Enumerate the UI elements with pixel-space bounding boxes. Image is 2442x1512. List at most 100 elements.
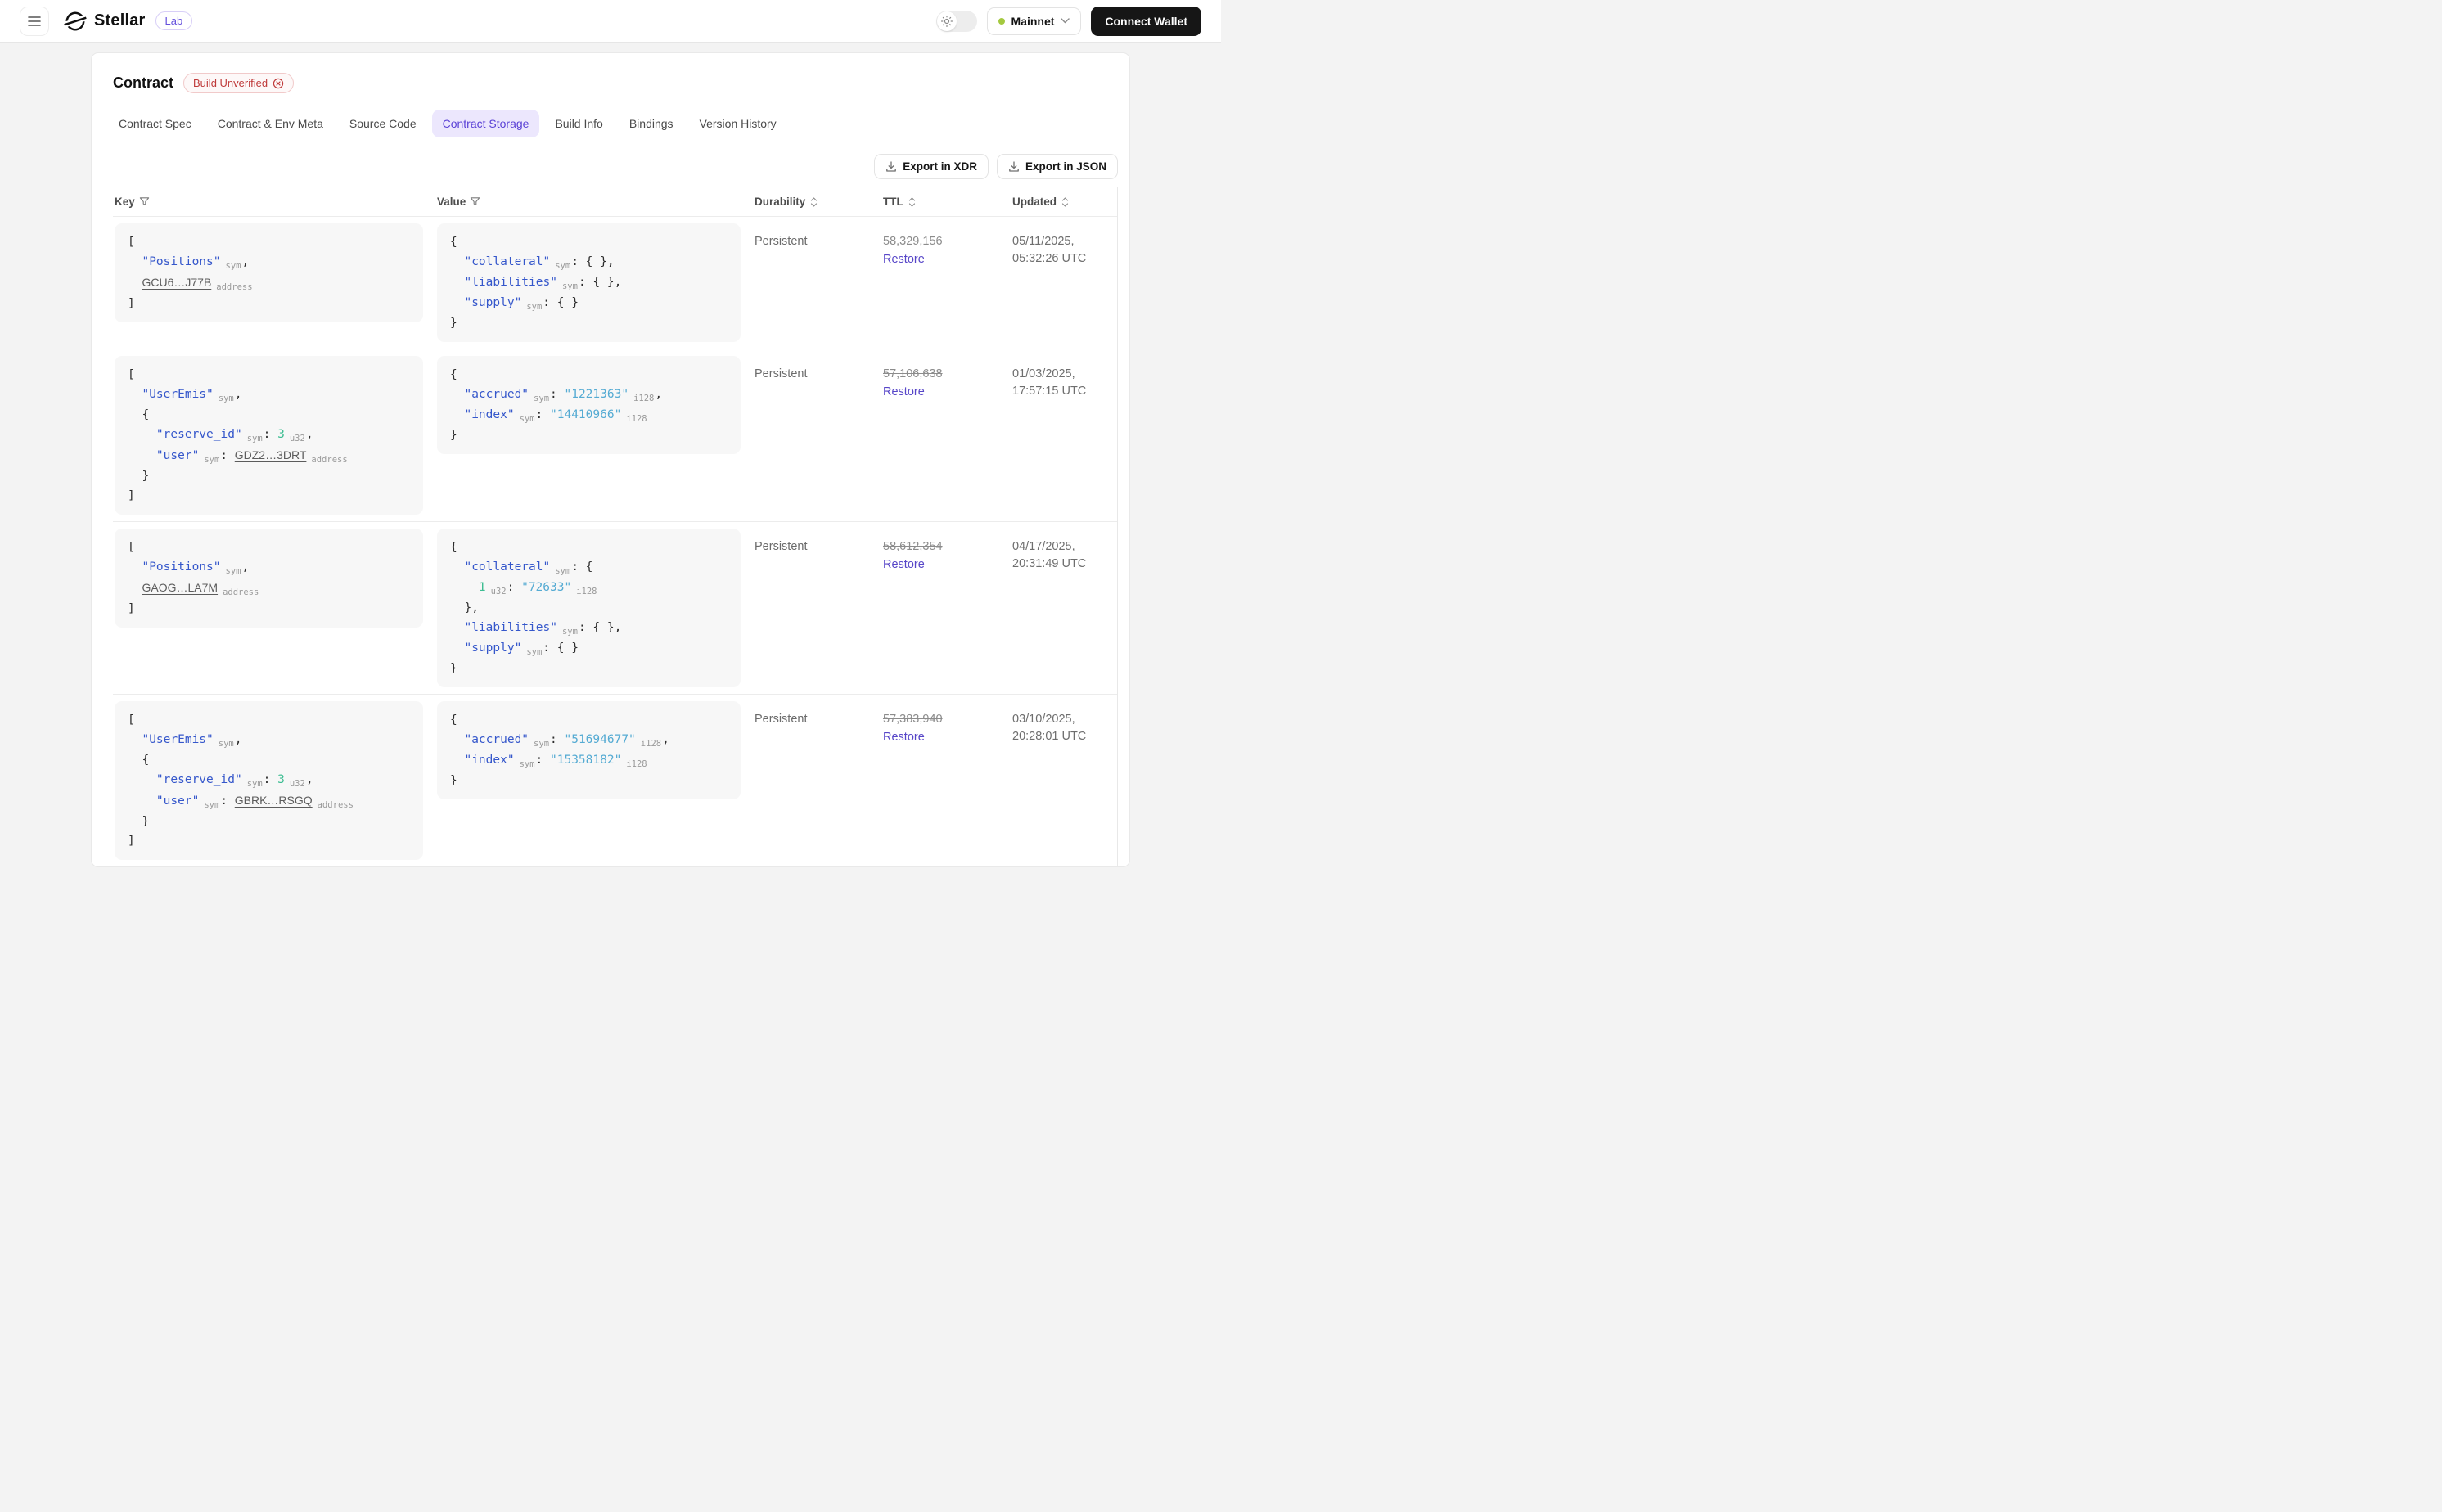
code-token: : { }, bbox=[571, 255, 615, 268]
hamburger-icon bbox=[28, 16, 41, 27]
table-header: Key Value Durability TTL Updated bbox=[113, 187, 1117, 217]
tab-source-code[interactable]: Source Code bbox=[339, 110, 427, 137]
type-label: sym bbox=[225, 261, 241, 271]
tab-contract-env-meta[interactable]: Contract & Env Meta bbox=[207, 110, 334, 137]
code-token: "index" bbox=[464, 754, 515, 767]
type-label: sym bbox=[218, 394, 234, 403]
type-label: i128 bbox=[633, 394, 655, 403]
code-line: } bbox=[450, 771, 728, 790]
type-label: sym bbox=[204, 800, 220, 810]
tab-contract-spec[interactable]: Contract Spec bbox=[108, 110, 202, 137]
restore-link[interactable]: Restore bbox=[883, 384, 1011, 401]
code-token: { bbox=[128, 408, 150, 421]
ttl-value: 58,612,354 bbox=[883, 540, 943, 553]
code-token: : { }, bbox=[578, 276, 622, 289]
code-token: 1 bbox=[478, 581, 486, 594]
type-label: sym bbox=[225, 566, 241, 576]
address-link[interactable]: GAOG…LA7M bbox=[142, 581, 218, 594]
value-cell: { "accrued" sym: "51694677" i128, "index" s… bbox=[435, 695, 753, 806]
tab-contract-storage[interactable]: Contract Storage bbox=[431, 110, 540, 137]
code-line: [ bbox=[128, 538, 410, 557]
updated-cell: 03/10/2025, 20:28:01 UTC bbox=[1011, 695, 1117, 752]
network-selector[interactable]: Mainnet bbox=[986, 7, 1082, 35]
code-token: } bbox=[450, 429, 457, 442]
export-row: Export in XDR Export in JSON bbox=[92, 137, 1129, 179]
code-token: , bbox=[655, 388, 663, 401]
code-line: "user" sym: GDZ2…3DRT address bbox=[128, 445, 410, 466]
sort-icon[interactable] bbox=[908, 196, 917, 208]
code-token: "1221363" bbox=[564, 388, 629, 401]
sort-icon[interactable] bbox=[1061, 196, 1070, 208]
column-label: Durability bbox=[755, 196, 806, 208]
code-token: , bbox=[305, 773, 313, 786]
main-content: Contract Build Unverified Contract Spec C… bbox=[0, 52, 1221, 867]
column-header-value[interactable]: Value bbox=[435, 187, 753, 216]
brand[interactable]: Stellar bbox=[64, 10, 146, 33]
address-link[interactable]: GCU6…J77B bbox=[142, 276, 211, 289]
code-token: "15358182" bbox=[550, 754, 622, 767]
value-cell: { "accrued" sym: "1221363" i128, "index" sy… bbox=[435, 349, 753, 461]
code-token: "reserve_id" bbox=[155, 773, 242, 786]
filter-icon[interactable] bbox=[470, 196, 480, 207]
updated-cell: 05/11/2025, 05:32:26 UTC bbox=[1011, 217, 1117, 274]
restore-link[interactable]: Restore bbox=[883, 729, 1011, 746]
address-link[interactable]: GDZ2…3DRT bbox=[235, 448, 307, 461]
contract-card: Contract Build Unverified Contract Spec C… bbox=[91, 52, 1130, 867]
export-xdr-button[interactable]: Export in XDR bbox=[874, 154, 989, 179]
type-label: sym bbox=[555, 261, 571, 271]
restore-link[interactable]: Restore bbox=[883, 556, 1011, 574]
code-token: 3 bbox=[277, 428, 285, 441]
column-header-key[interactable]: Key bbox=[113, 187, 435, 216]
tab-bindings[interactable]: Bindings bbox=[619, 110, 684, 137]
type-label: address bbox=[216, 282, 253, 292]
code-token: "14410966" bbox=[550, 408, 622, 421]
tab-version-history[interactable]: Version History bbox=[689, 110, 787, 137]
network-status-dot bbox=[998, 17, 1005, 25]
address-link[interactable]: GBRK…RSGQ bbox=[235, 794, 313, 807]
sort-icon[interactable] bbox=[809, 196, 818, 208]
value-cell: { "collateral" sym: { }, "liabilities" sym… bbox=[435, 217, 753, 349]
code-line: "collateral" sym: { }, bbox=[450, 252, 728, 272]
restore-link[interactable]: Restore bbox=[883, 251, 1011, 268]
code-line: "liabilities" sym: { }, bbox=[450, 618, 728, 638]
code-token: : { } bbox=[543, 641, 579, 655]
code-token: : bbox=[263, 428, 278, 441]
column-label: Key bbox=[115, 196, 135, 208]
column-header-updated[interactable]: Updated bbox=[1011, 187, 1117, 216]
page-title: Contract bbox=[113, 74, 174, 91]
code-line: [ bbox=[128, 365, 410, 385]
table-body: [ "Positions" sym, GCU6…J77B address] { "co… bbox=[113, 217, 1117, 866]
code-token: { bbox=[450, 713, 457, 727]
key-code-box: [ "Positions" sym, GCU6…J77B address] bbox=[115, 223, 423, 322]
tab-build-info[interactable]: Build Info bbox=[544, 110, 613, 137]
filter-icon[interactable] bbox=[139, 196, 150, 207]
connect-wallet-button[interactable]: Connect Wallet bbox=[1091, 6, 1201, 36]
build-unverified-badge: Build Unverified bbox=[183, 73, 295, 93]
table-row: [ "Positions" sym, GAOG…LA7M address] { "co… bbox=[113, 522, 1117, 695]
theme-toggle[interactable] bbox=[935, 10, 977, 32]
durability-cell: Persistent bbox=[755, 713, 808, 726]
code-token: "accrued" bbox=[464, 388, 529, 401]
type-label: i128 bbox=[640, 739, 662, 749]
key-code-box: [ "UserEmis" sym, { "reserve_id" sym: 3 u32… bbox=[115, 701, 423, 860]
key-cell: [ "UserEmis" sym, { "reserve_id" sym: 3 u32… bbox=[113, 349, 435, 521]
menu-button[interactable] bbox=[20, 6, 49, 36]
column-header-ttl[interactable]: TTL bbox=[881, 187, 1011, 216]
code-line: } bbox=[450, 659, 728, 678]
column-header-durability[interactable]: Durability bbox=[753, 187, 881, 216]
type-label: i128 bbox=[626, 759, 647, 769]
code-line: }, bbox=[450, 598, 728, 618]
code-token: , bbox=[234, 733, 242, 746]
x-circle-icon bbox=[273, 78, 284, 89]
code-line: "supply" sym: { } bbox=[450, 638, 728, 659]
export-json-button[interactable]: Export in JSON bbox=[996, 154, 1118, 179]
code-line: } bbox=[128, 812, 410, 831]
